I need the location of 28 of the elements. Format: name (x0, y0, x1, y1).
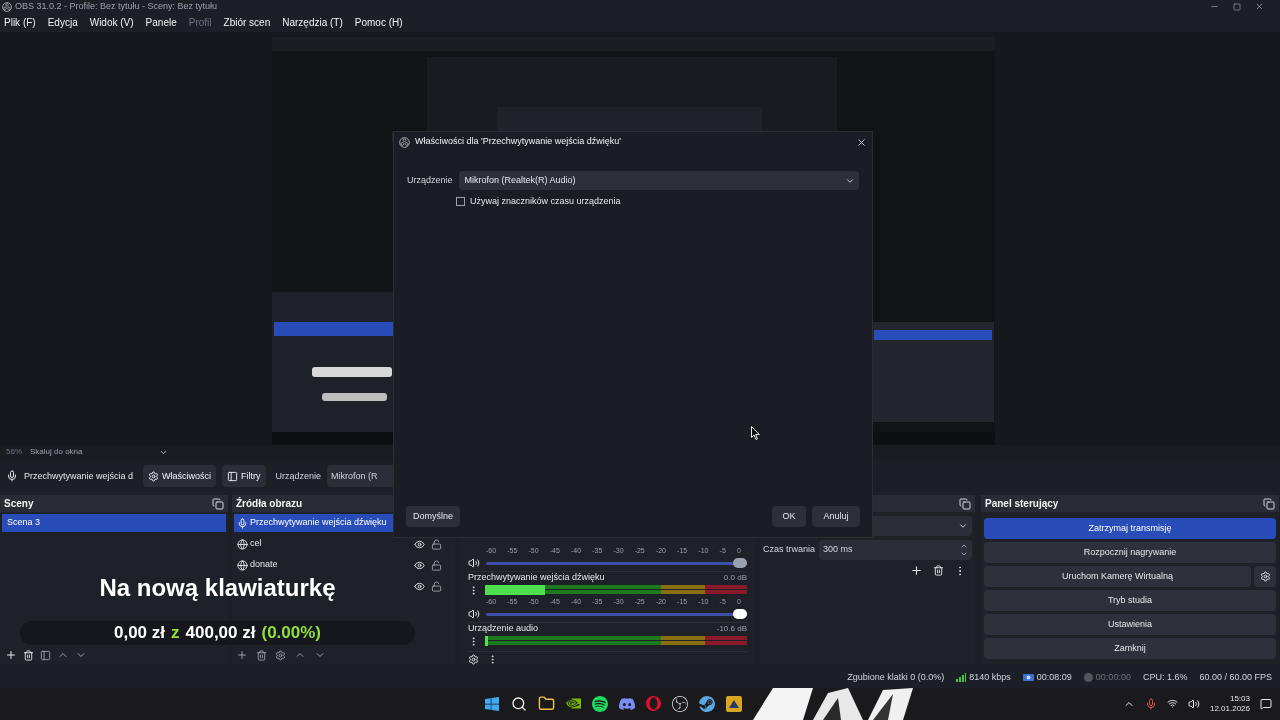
overlay-progress-text: 0,00 zł (114, 623, 166, 643)
clock-date: 12.01.2026 (1209, 704, 1250, 714)
panel-title: Źródła obrazu (236, 496, 303, 512)
channel-reading: -10.6 dB (716, 623, 747, 636)
device-label: Urządzenie (407, 173, 453, 187)
window-title: OBS 31.0.2 - Profile: Bez tytułu - Sceny: Bez tytułu (15, 2, 218, 12)
overlay-progress-text: z (171, 623, 180, 643)
stream-time: 00:08:09 (1036, 670, 1072, 684)
bitrate: 8140 kbps (969, 670, 1011, 684)
channel-name: Urządzenie audio (468, 622, 539, 636)
panel-title: Sceny (4, 497, 34, 512)
clock-time: 15:03 (1229, 694, 1250, 704)
overlay-title: Na nową klawiaturkę (99, 574, 336, 602)
record-time: 00:00:00 (1095, 670, 1131, 684)
channel-name: Przechwytywanie wejścia dźwięku (468, 571, 605, 585)
panel-title: Panel sterujący (985, 497, 1059, 512)
zoom-level: 56% (6, 446, 22, 459)
fps-readout: 60.00 / 60.00 FPS (1199, 670, 1272, 684)
source-name: Przechwytywanie wejścia d (24, 469, 134, 483)
dropped-frames: Zgubione klatki 0 (0.0%) (847, 670, 945, 685)
duration-label: Czas trwania (763, 543, 816, 557)
channel-reading: 0.0 dB (723, 572, 747, 585)
dialog-title: Właściwości dla 'Przechwytywanie wejścia dźwięku' (415, 135, 621, 149)
cpu-usage: CPU: 1.6% (1142, 670, 1188, 684)
checkbox-label: Używaj znaczników czasu urządzenia (470, 195, 621, 208)
overlay-progress-text: (0.00%) (261, 623, 321, 643)
device-label: Urządzenie (275, 469, 322, 483)
overlay-progress-text: 400,00 zł (185, 623, 256, 643)
